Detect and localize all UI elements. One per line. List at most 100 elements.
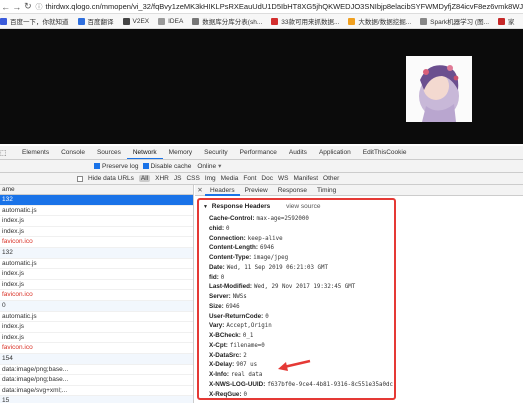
request-row[interactable]: index.js [0, 227, 193, 238]
header-value: image/jpeg [253, 255, 289, 261]
type-filter-ws[interactable]: WS [278, 175, 288, 182]
header-key: X-Info: [209, 371, 229, 378]
tab-network[interactable]: Network [126, 146, 163, 159]
type-filter-all[interactable]: All [138, 175, 151, 182]
request-row[interactable]: automatic.js [0, 206, 193, 217]
tab-memory[interactable]: Memory [163, 146, 198, 159]
triangle-down-icon: ▼ [203, 204, 208, 210]
header-value: keep-alive [247, 235, 283, 242]
header-key: Server: [209, 293, 231, 300]
header-value: f637bf0e-9ce4-4b81-9316-8c551e35a0dc [267, 381, 393, 388]
type-filter-xhr[interactable]: XHR [155, 175, 169, 182]
header-row: Server: NWSs [203, 292, 390, 302]
request-row[interactable]: data:image/svg+xml;... [0, 386, 193, 397]
header-key: Date: [209, 263, 225, 271]
type-filter-doc[interactable]: Doc [261, 175, 273, 182]
forward-arrow-icon[interactable]: → [11, 2, 22, 12]
header-key: Cache-Control: [209, 215, 255, 222]
header-value: 0 [243, 391, 248, 398]
type-filter-font[interactable]: Font [243, 175, 256, 182]
header-value: Wed, 11 Sep 2019 06:21:03 GMT [226, 264, 328, 271]
request-row[interactable]: 154 [0, 353, 193, 365]
tab-performance[interactable]: Performance [234, 146, 283, 159]
back-arrow-icon[interactable]: ← [0, 2, 11, 12]
bookmark-item[interactable]: 33款可用来抓数据... [271, 16, 339, 26]
tab-security[interactable]: Security [198, 146, 233, 159]
header-key: Size: [209, 302, 224, 310]
header-value: 0 [265, 313, 269, 320]
bookmark-item[interactable]: V2EX [122, 17, 150, 25]
request-row[interactable]: index.js [0, 322, 193, 333]
info-icon[interactable]: ⓘ [35, 2, 42, 12]
bookmark-label: V2EX [132, 17, 150, 25]
tab-application[interactable]: Application [313, 146, 357, 159]
header-value: Accept,Origin [226, 323, 272, 330]
address-input[interactable]: thirdwx.qlogo.cn/mmopen/vi_32/fqBvy1zeMK… [45, 2, 523, 11]
request-row[interactable]: automatic.js [0, 312, 193, 323]
detail-tab-response[interactable]: Response [273, 185, 312, 196]
header-row: Date: Wed, 11 Sep 2019 06:21:03 GMT [203, 263, 390, 273]
chevron-down-icon[interactable]: ▾ [218, 162, 221, 170]
hide-data-urls-label: Hide data URLs [88, 175, 134, 182]
bookmark-item[interactable]: 大数据/数据挖掘... [348, 16, 411, 26]
tab-elements[interactable]: Elements [16, 146, 55, 159]
request-row[interactable]: index.js [0, 280, 193, 291]
request-row[interactable]: index.js [0, 216, 193, 227]
bookmark-item[interactable]: 百度一下，你就知道 [0, 16, 69, 26]
preserve-log-label: Preserve log [102, 162, 139, 170]
request-row[interactable]: 132 [0, 247, 193, 259]
bookmark-item[interactable]: 数据库分库分表(sh... [192, 16, 262, 26]
header-row: X-NWS-LOG-UUID: f637bf0e-9ce4-4b81-9316-8… [203, 380, 393, 390]
request-row[interactable]: 0 [0, 300, 193, 312]
header-row: Connection: keep-alive [203, 234, 390, 244]
request-row[interactable]: favicon.ico [0, 343, 193, 354]
tab-console[interactable]: Console [55, 146, 91, 159]
request-row[interactable]: 132 [0, 195, 193, 206]
tab-audits[interactable]: Audits [283, 146, 313, 159]
header-key: X-DataSrc: [209, 351, 242, 359]
request-row[interactable]: automatic.js [0, 259, 193, 270]
inspect-icon[interactable]: ⬚ [0, 149, 16, 157]
type-filter-media[interactable]: Media [221, 175, 239, 182]
request-row[interactable]: index.js [0, 333, 193, 344]
avatar-image [406, 56, 472, 122]
request-row[interactable]: favicon.ico [0, 290, 193, 301]
preserve-log-checkbox[interactable] [94, 163, 100, 169]
bookmark-label: 家 [508, 19, 515, 26]
header-key: X-ReqGue: [209, 390, 242, 398]
header-row: Last-Modified: Wed, 29 Nov 2017 19:32:45 … [203, 282, 390, 292]
request-row[interactable]: data:image/png;base... [0, 365, 193, 376]
type-filter-js[interactable]: JS [174, 175, 182, 182]
request-row[interactable]: favicon.ico [0, 237, 193, 248]
view-source-link[interactable]: view source [286, 203, 320, 210]
header-key: User-ReturnCode: [209, 312, 264, 320]
reload-icon[interactable]: ↻ [22, 1, 33, 12]
detail-tab-timing[interactable]: Timing [312, 185, 341, 196]
disable-cache-checkbox[interactable] [142, 163, 149, 169]
tab-sources[interactable]: Sources [91, 146, 127, 159]
hide-data-urls-checkbox[interactable] [77, 175, 83, 182]
type-filter-css[interactable]: CSS [186, 175, 199, 182]
request-row[interactable]: index.js [0, 269, 193, 280]
detail-tab-headers[interactable]: Headers [205, 185, 240, 196]
type-filter-other[interactable]: Other [323, 175, 339, 182]
bookmark-item[interactable]: 百度翻译 [77, 16, 114, 26]
annotation-arrow-icon [278, 359, 311, 371]
response-headers-title[interactable]: ▼ Response Headers view source [203, 203, 390, 210]
bookmark-label: 数据库分库分表(sh... [202, 19, 263, 26]
bookmark-item[interactable]: IDEA [158, 17, 183, 25]
close-icon[interactable]: ✕ [195, 186, 205, 194]
request-row[interactable]: 15 [0, 396, 193, 403]
bookmark-item[interactable]: Spark机器学习 (图... [420, 16, 489, 26]
tab-editthiscookie[interactable]: EditThisCookie [357, 146, 413, 159]
favicon-icon [498, 17, 506, 25]
disable-cache-label: Disable cache [150, 162, 192, 170]
name-column-header[interactable]: ame [0, 185, 193, 195]
type-filter-manifest[interactable]: Manifest [293, 175, 318, 182]
bookmark-item[interactable]: 家 [498, 16, 515, 26]
network-filter-bar: Preserve log Disable cache Online ▾ [0, 160, 523, 173]
request-row[interactable]: data:image/png;base... [0, 375, 193, 386]
throttle-select[interactable]: Online [197, 163, 216, 170]
detail-tab-preview[interactable]: Preview [240, 185, 273, 196]
type-filter-img[interactable]: Img [205, 175, 216, 182]
